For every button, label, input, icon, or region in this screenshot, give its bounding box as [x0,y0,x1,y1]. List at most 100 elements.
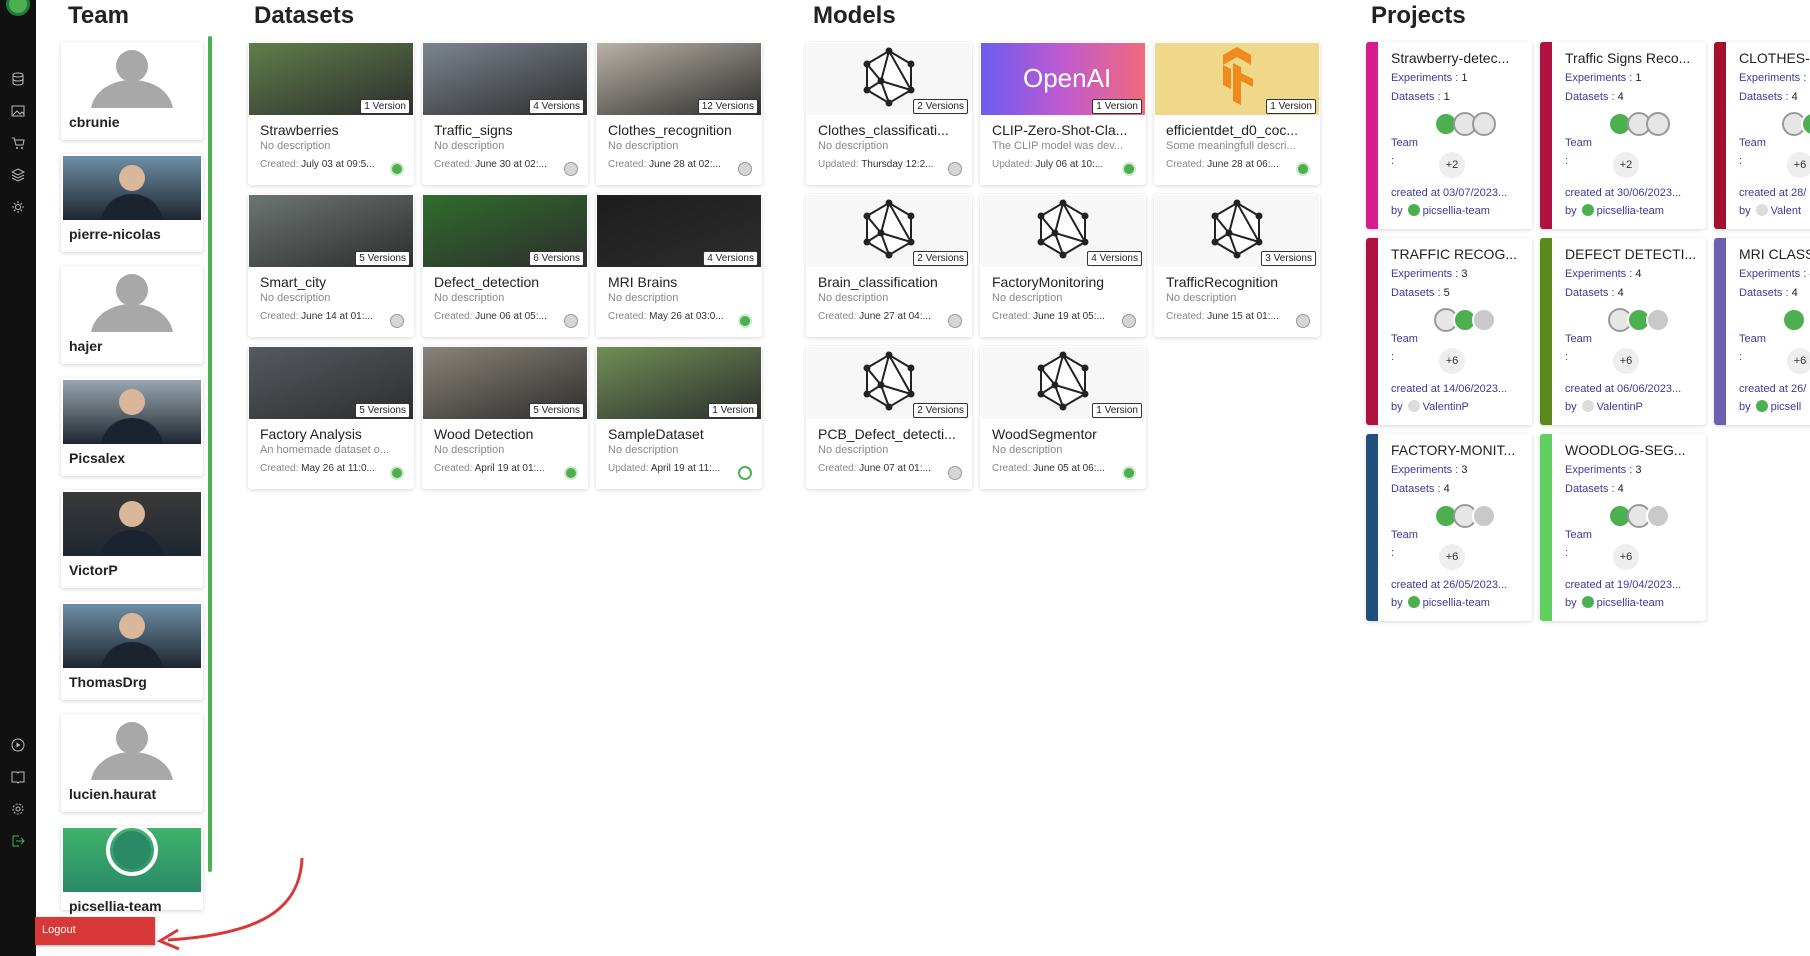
team-member-card[interactable]: cbrunie [61,42,203,140]
more-members-badge[interactable]: +6 [1787,348,1810,374]
model-card[interactable]: 1 Version efficientdet_d0_coc... Some mean… [1154,42,1320,185]
project-card[interactable]: Traffic Signs Reco... Experiments : 1 Data… [1540,42,1706,229]
team-label-colon: : [1739,155,1743,167]
avatar[interactable] [1646,308,1670,332]
datasets-value: 1 [1443,91,1450,103]
avatar[interactable] [1782,308,1806,332]
more-members-badge[interactable]: +2 [1613,152,1639,178]
owner-avatar [738,162,752,176]
owner-avatar [1755,204,1768,216]
model-date: Created: June 28 at 06:... [1166,159,1291,170]
logout-button[interactable]: Logout [35,917,155,945]
owner-name: Valent [1770,205,1801,217]
model-card[interactable]: 1 Version WoodSegmentor No description Crea… [980,346,1146,489]
more-members-badge[interactable]: +6 [1613,348,1639,374]
model-card[interactable]: 2 Versions PCB_Defect_detecti... No descri… [806,346,972,489]
team-member-name: ThomasDrg [69,674,147,690]
team-label: Team: [1565,526,1592,562]
date-value: May 26 at 03:0... [649,311,724,322]
project-card[interactable]: Strawberry-detec... Experiments : 1 Datase… [1366,42,1532,229]
dataset-card[interactable]: 6 Versions Defect_detection No description… [422,194,588,337]
datasets-count: Datasets : 4 [1391,483,1450,495]
dataset-card[interactable]: 4 Versions Traffic_signs No description Cre… [422,42,588,185]
project-title: MRI CLASS [1739,246,1810,262]
date-value: Thursday 12:2... [861,159,934,170]
project-created-date: created at 14/06/2023... [1391,383,1508,395]
model-card[interactable]: 2 Versions Brain_classification No descrip… [806,194,972,337]
team-avatars [1434,112,1496,140]
owner-avatar [1122,162,1136,176]
avatar[interactable] [1472,308,1496,332]
team-label-text: Team [1739,137,1766,149]
project-title: DEFECT DETECTI... [1565,246,1697,262]
avatar[interactable] [1646,504,1670,528]
date-label: Updated: [992,159,1033,170]
dataset-card[interactable]: 5 Versions Wood Detection No description Cr… [422,346,588,489]
project-card[interactable]: DEFECT DETECTI... Experiments : 4 Datasets… [1540,238,1706,425]
team-member-card[interactable]: hajer [61,266,203,364]
avatar[interactable] [1472,504,1496,528]
team-member-card[interactable]: pierre-nicolas [61,154,203,252]
project-card[interactable]: CLOTHES-C Experiments : 10 Datasets : 4 Tea… [1714,42,1810,229]
dataset-title: MRI Brains [608,274,678,290]
app-logo-icon[interactable] [6,0,30,16]
date-value: June 19 at 05:... [1033,311,1105,322]
more-members-badge[interactable]: +6 [1787,152,1810,178]
openai-logo: OpenAI [1023,63,1112,93]
dataset-card[interactable]: 4 Versions MRI Brains No description Create… [596,194,762,337]
datasets-label: Datasets : [1565,91,1615,103]
project-card[interactable]: TRAFFIC RECOG... Experiments : 3 Datasets … [1366,238,1532,425]
dataset-description: An homemade dataset o... [260,444,390,456]
project-title: FACTORY-MONIT... [1391,442,1516,458]
project-owner: by picsellia-team [1565,596,1664,609]
owner-avatar [564,162,578,176]
dataset-card[interactable]: 5 Versions Smart_city No description Create… [248,194,414,337]
model-card[interactable]: OpenAI 1 Version CLIP-Zero-Shot-Cla... The … [980,42,1146,185]
by-label: by [1391,597,1403,609]
version-badge: 1 Version [360,99,410,114]
image-icon[interactable] [9,102,27,120]
team-member-card[interactable]: Picsalex [61,378,203,476]
team-member-name: cbrunie [69,114,120,130]
dataset-card[interactable]: 12 Versions Clothes_recognition No descrip… [596,42,762,185]
date-value: June 28 at 06:... [1207,159,1279,170]
team-member-card[interactable]: ThomasDrg [61,602,203,700]
team-scrollbar[interactable] [208,36,212,872]
more-members-badge[interactable]: +2 [1439,152,1465,178]
model-card[interactable]: 4 Versions FactoryMonitoring No descriptio… [980,194,1146,337]
model-card[interactable]: 2 Versions Clothes_classificati... No desc… [806,42,972,185]
team-member-card[interactable]: VictorP [61,490,203,588]
date-label: Created: [434,463,473,474]
logout-icon[interactable] [9,832,27,850]
project-card[interactable]: WOODLOG-SEG... Experiments : 3 Datasets : … [1540,434,1706,621]
avatar[interactable] [1472,112,1496,136]
project-card[interactable]: FACTORY-MONIT... Experiments : 3 Datasets … [1366,434,1532,621]
dataset-card[interactable]: 1 Version Strawberries No description Creat… [248,42,414,185]
project-owner: by picsellia-team [1391,596,1490,609]
date-label: Created: [992,311,1031,322]
more-members-badge[interactable]: +6 [1439,348,1465,374]
database-icon[interactable] [9,70,27,88]
more-members-badge[interactable]: +6 [1439,544,1465,570]
dataset-description: No description [608,140,679,152]
dataset-card[interactable]: 1 Version SampleDataset No description Upda… [596,346,762,489]
layers-icon[interactable] [9,166,27,184]
model-card[interactable]: 3 Versions TrafficRecognition No descripti… [1154,194,1320,337]
owner-avatar [1296,314,1310,328]
play-icon[interactable] [9,736,27,754]
more-members-badge[interactable]: +6 [1613,544,1639,570]
date-value: June 28 at 02:... [649,159,721,170]
book-icon[interactable] [9,768,27,786]
team-member-card[interactable]: lucien.haurat [61,714,203,812]
version-badge: 4 Versions [703,251,758,266]
owner-avatar [1755,400,1768,412]
avatar[interactable] [1646,112,1670,136]
project-card[interactable]: MRI CLASSExperiments : 4Datasets : 4Team… [1714,238,1810,425]
gear-icon[interactable] [9,800,27,818]
store-icon[interactable] [9,134,27,152]
datasets-count: Datasets : 4 [1565,91,1624,103]
settings-gear-icon[interactable] [9,198,27,216]
date-label: Created: [1166,159,1205,170]
team-member-name: hajer [69,338,103,354]
dataset-card[interactable]: 5 Versions Factory Analysis An homemade da… [248,346,414,489]
